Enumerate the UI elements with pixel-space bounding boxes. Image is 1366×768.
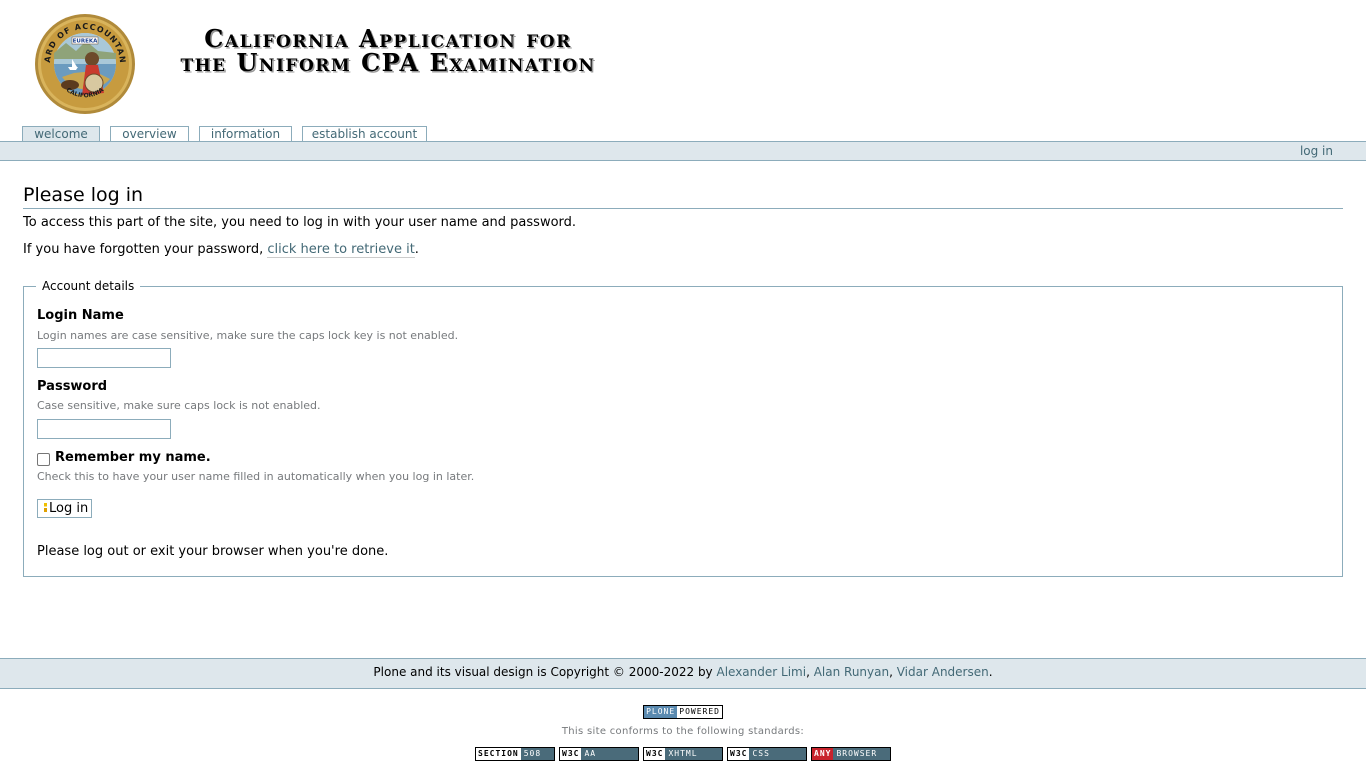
author-link-andersen[interactable]: Vidar Andersen: [897, 665, 989, 679]
account-details-fieldset: Account details Login Name Login names a…: [23, 279, 1343, 577]
header: EUREKA BOARD OF ACCOUNTANCY CALIFORNIA C…: [0, 0, 1366, 127]
forgot-suffix: .: [414, 242, 419, 257]
portal-tabs: welcome overview information establish a…: [22, 126, 427, 143]
log-in-button-label: Log in: [49, 501, 89, 516]
page-title: Please log in: [23, 183, 1343, 209]
login-name-input[interactable]: [37, 348, 171, 368]
account-details-legend: Account details: [42, 279, 135, 293]
footer: Plone and its visual design is Copyright…: [0, 658, 1366, 689]
password-help: Case sensitive, make sure caps lock is n…: [37, 399, 321, 412]
section-508-badge[interactable]: SECTION 508: [475, 747, 555, 761]
w3c-aa-badge[interactable]: W3C AA: [559, 747, 639, 761]
log-in-button[interactable]: Log in: [37, 499, 92, 518]
author-link-limi[interactable]: Alexander Limi: [716, 665, 806, 679]
author-separator-2: ,: [889, 665, 897, 679]
login-name-label: Login Name: [37, 308, 124, 323]
password-input[interactable]: [37, 419, 171, 439]
w3c-css-badge[interactable]: W3C CSS: [727, 747, 807, 761]
key-icon: [44, 503, 47, 512]
site-title: California Application for the Uniform C…: [178, 27, 598, 75]
badge-value: XHTML: [665, 748, 722, 760]
tab-information[interactable]: information: [199, 126, 292, 142]
standards-badges: SECTION 508 W3C AA W3C XHTML W3C CSS ANY BROW…: [0, 747, 1366, 761]
tab-establish-account[interactable]: establish account: [302, 126, 427, 142]
plone-badge-label: PLONE: [644, 706, 678, 718]
login-intro-text: To access this part of the site, you nee…: [23, 215, 577, 230]
seal-motto: EUREKA: [73, 39, 98, 45]
remember-name-checkbox[interactable]: [37, 453, 50, 466]
plone-powered-badge[interactable]: PLONE POWERED: [643, 705, 723, 719]
badge-key: W3C: [644, 748, 666, 760]
standards-text: This site conforms to the following stan…: [561, 726, 805, 737]
tab-overview[interactable]: overview: [110, 126, 189, 142]
forgot-password-text: If you have forgotten your password, cli…: [23, 241, 1343, 258]
any-browser-badge[interactable]: ANY BROWSER: [811, 747, 891, 761]
site-title-line2: the Uniform CPA Examination: [180, 48, 596, 77]
author-separator-1: ,: [806, 665, 814, 679]
powered-badge-label: POWERED: [677, 706, 722, 718]
logout-note: Please log out or exit your browser when…: [37, 544, 389, 559]
personal-bar: log in: [0, 141, 1366, 161]
badge-value: BROWSER: [833, 748, 890, 760]
main-content: Please log in To access this part of the…: [23, 183, 1343, 577]
copyright-suffix: .: [988, 665, 993, 679]
copyright-prefix: Plone and its visual design is Copyright…: [373, 665, 717, 679]
log-in-link[interactable]: log in: [1300, 144, 1333, 158]
badge-key: W3C: [560, 748, 582, 760]
badge-value: 508: [520, 748, 554, 760]
remember-name-label[interactable]: Remember my name.: [55, 450, 211, 466]
w3c-xhtml-badge[interactable]: W3C XHTML: [643, 747, 723, 761]
login-name-help: Login names are case sensitive, make sur…: [37, 329, 459, 342]
badge-value: AA: [581, 748, 638, 760]
password-label: Password: [37, 379, 108, 394]
colophon: PLONE POWERED This site conforms to the f…: [0, 705, 1366, 761]
retrieve-password-link[interactable]: click here to retrieve it: [267, 242, 415, 258]
board-of-accountancy-seal-logo[interactable]: EUREKA BOARD OF ACCOUNTANCY CALIFORNIA: [34, 13, 136, 115]
badge-key: W3C: [728, 748, 750, 760]
remember-name-help: Check this to have your user name filled…: [37, 470, 475, 483]
forgot-prefix: If you have forgotten your password,: [23, 242, 268, 257]
badge-key: SECTION: [476, 748, 521, 760]
author-link-runyan[interactable]: Alan Runyan: [814, 665, 889, 679]
badge-value: CSS: [749, 748, 806, 760]
badge-key: ANY: [812, 748, 834, 760]
